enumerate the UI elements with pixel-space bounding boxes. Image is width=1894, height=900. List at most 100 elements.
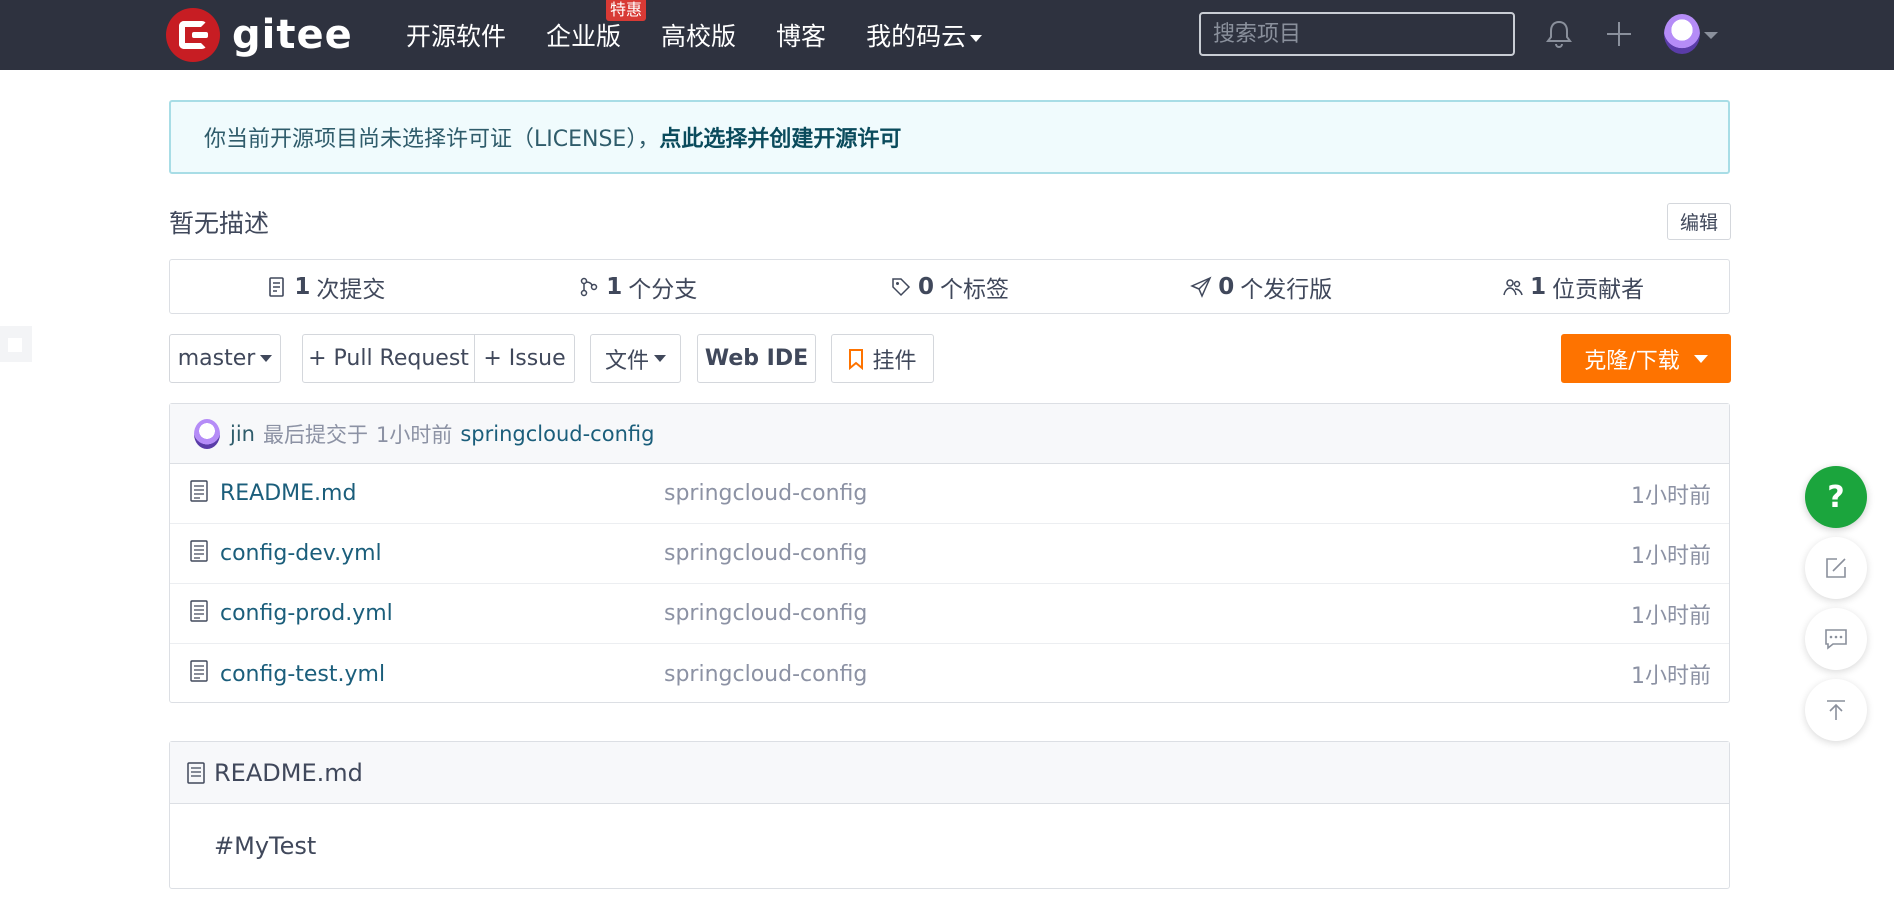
file-commit-message[interactable]: springcloud-config xyxy=(664,662,867,687)
readme-title: README.md xyxy=(214,758,363,787)
user-avatar[interactable] xyxy=(1664,14,1700,54)
widget-button[interactable]: 挂件 xyxy=(831,334,934,383)
top-navbar: gitee 开源软件 企业版 特惠 高校版 博客 我的码云 xyxy=(0,0,1894,70)
gitee-logo[interactable]: gitee xyxy=(166,7,353,63)
stat-count: 1 xyxy=(606,273,623,300)
stat-tags[interactable]: 0 个标签 xyxy=(794,270,1106,304)
stat-label: 个标签 xyxy=(940,276,1009,303)
chevron-down-icon xyxy=(260,355,273,362)
file-row: config-prod.yml springcloud-config 1小时前 xyxy=(170,584,1729,644)
web-ide-button[interactable]: Web IDE xyxy=(697,334,816,383)
stat-label: 次提交 xyxy=(316,276,386,303)
file-icon xyxy=(190,540,208,562)
bell-icon[interactable] xyxy=(1543,18,1575,50)
file-row: config-test.yml springcloud-config 1小时前 xyxy=(170,644,1729,704)
file-name[interactable]: config-dev.yml xyxy=(220,541,382,566)
chevron-down-icon xyxy=(654,355,666,362)
license-banner-text: 你当前开源项目尚未选择许可证（LICENSE）， xyxy=(204,127,660,152)
file-row: config-dev.yml springcloud-config 1小时前 xyxy=(170,524,1729,584)
chat-button[interactable] xyxy=(1805,608,1867,670)
file-row: README.md springcloud-config 1小时前 xyxy=(170,464,1729,524)
new-pull-request-button[interactable]: + Pull Request xyxy=(302,334,475,383)
stat-label: 个分支 xyxy=(628,276,698,303)
file-name[interactable]: config-prod.yml xyxy=(220,601,393,626)
nav-opensource[interactable]: 开源软件 xyxy=(406,17,506,53)
file-menu-button[interactable]: 文件 xyxy=(590,334,681,383)
tag-icon xyxy=(892,277,911,296)
bookmark-icon xyxy=(849,348,864,370)
release-icon xyxy=(1190,276,1212,298)
edit-icon xyxy=(1826,558,1846,578)
stat-label: 个发行版 xyxy=(1240,276,1333,303)
nav-enterprise-label: 企业版 xyxy=(546,22,622,51)
file-time: 1小时前 xyxy=(1631,664,1711,689)
side-toggle[interactable] xyxy=(0,326,32,362)
commit-message[interactable]: springcloud-config xyxy=(460,422,654,446)
commit-label: 最后提交于 xyxy=(262,422,368,447)
readme-header: README.md xyxy=(170,742,1729,804)
widget-label: 挂件 xyxy=(872,348,917,374)
repo-description: 暂无描述 xyxy=(169,209,270,238)
stat-releases[interactable]: 0 个发行版 xyxy=(1105,270,1417,304)
file-commit-message[interactable]: springcloud-config xyxy=(664,601,867,626)
file-time: 1小时前 xyxy=(1631,603,1711,629)
main-nav: 开源软件 企业版 特惠 高校版 博客 我的码云 xyxy=(406,0,1022,70)
stat-count: 0 xyxy=(1218,273,1235,300)
commit-author[interactable]: jin xyxy=(230,422,255,446)
stat-branches[interactable]: 1 个分支 xyxy=(482,270,794,304)
file-icon xyxy=(190,660,208,682)
nav-my-gitee[interactable]: 我的码云 xyxy=(866,17,983,53)
clone-download-button[interactable]: 克隆/下载 xyxy=(1561,334,1731,383)
file-time: 1小时前 xyxy=(1631,543,1711,569)
create-license-link[interactable]: 点此选择并创建开源许可 xyxy=(659,121,901,153)
branch-icon xyxy=(580,277,598,296)
commit-time: 1小时前 xyxy=(375,422,453,447)
logo-text: gitee xyxy=(232,12,353,58)
gitee-logo-icon xyxy=(166,8,220,62)
file-commit-message[interactable]: springcloud-config xyxy=(664,541,867,566)
promo-badge: 特惠 xyxy=(606,0,647,21)
file-menu-label: 文件 xyxy=(604,348,649,374)
author-avatar[interactable] xyxy=(194,418,220,449)
chat-icon xyxy=(1825,629,1847,650)
new-issue-button[interactable]: + Issue xyxy=(474,334,575,383)
chevron-down-icon[interactable] xyxy=(1704,32,1718,39)
stat-count: 1 xyxy=(294,273,311,300)
nav-blog[interactable]: 博客 xyxy=(776,17,826,53)
edit-description-button[interactable]: 编辑 xyxy=(1667,203,1731,240)
feedback-button[interactable] xyxy=(1805,537,1867,599)
file-time: 1小时前 xyxy=(1631,483,1711,509)
branch-select[interactable]: master xyxy=(169,334,281,383)
plus-icon[interactable] xyxy=(1603,18,1635,50)
arrow-up-icon xyxy=(1827,700,1845,720)
clone-label: 克隆/下载 xyxy=(1584,348,1680,374)
file-name[interactable]: README.md xyxy=(220,481,356,506)
file-icon xyxy=(190,480,208,502)
nav-enterprise[interactable]: 企业版 特惠 xyxy=(546,0,647,53)
repo-stats: 1 次提交 1 个分支 0 个标签 0 个发行版 1 位贡献者 xyxy=(169,259,1730,314)
commit-icon xyxy=(269,276,285,297)
last-commit-row: jin 最后提交于 1小时前 springcloud-config xyxy=(170,404,1729,464)
readme-panel: README.md #MyTest xyxy=(169,741,1730,889)
stat-commits[interactable]: 1 次提交 xyxy=(170,270,482,304)
license-banner: 你当前开源项目尚未选择许可证（LICENSE）， 点此选择并创建开源许可 xyxy=(169,100,1730,174)
stat-count: 1 xyxy=(1530,273,1547,300)
chevron-down-icon xyxy=(970,34,983,42)
stat-contributors[interactable]: 1 位贡献者 xyxy=(1417,270,1729,304)
branch-name: master xyxy=(177,346,256,371)
file-commit-message[interactable]: springcloud-config xyxy=(664,481,867,506)
stat-label: 位贡献者 xyxy=(1552,276,1645,303)
nav-my-gitee-label: 我的码云 xyxy=(866,22,967,51)
stat-count: 0 xyxy=(917,273,934,300)
search-input[interactable] xyxy=(1199,12,1515,56)
file-name[interactable]: config-test.yml xyxy=(220,662,385,687)
chevron-down-icon xyxy=(1693,354,1708,363)
back-to-top-button[interactable] xyxy=(1805,679,1867,741)
readme-content: #MyTest xyxy=(214,832,317,860)
file-icon xyxy=(190,600,208,622)
readme-icon xyxy=(187,761,205,784)
help-button[interactable]: ? xyxy=(1805,466,1867,528)
contributors-icon xyxy=(1503,278,1523,295)
file-list: jin 最后提交于 1小时前 springcloud-config README… xyxy=(169,403,1730,703)
nav-university[interactable]: 高校版 xyxy=(661,17,736,53)
